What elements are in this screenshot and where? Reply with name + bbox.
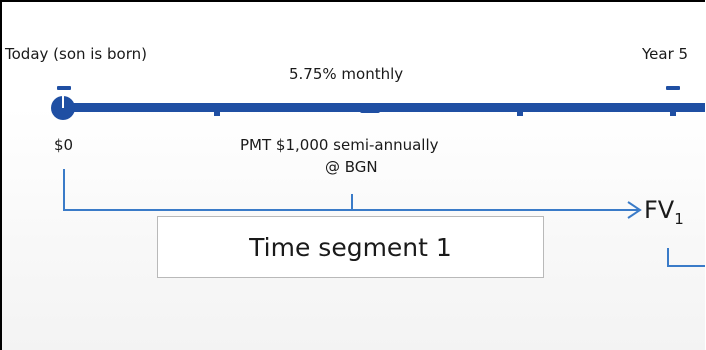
- timeline-diagram: Today (son is born) Year 5 5.75% monthly…: [0, 0, 705, 350]
- fv-symbol: FV: [644, 196, 675, 224]
- future-value-label: FV1: [644, 196, 684, 228]
- time-segment-label: Time segment 1: [249, 232, 452, 262]
- time-segment-box: Time segment 1: [157, 216, 544, 278]
- next-segment-bracket: [667, 248, 705, 267]
- fv-subscript: 1: [674, 210, 684, 228]
- segment-arrows: [63, 169, 705, 267]
